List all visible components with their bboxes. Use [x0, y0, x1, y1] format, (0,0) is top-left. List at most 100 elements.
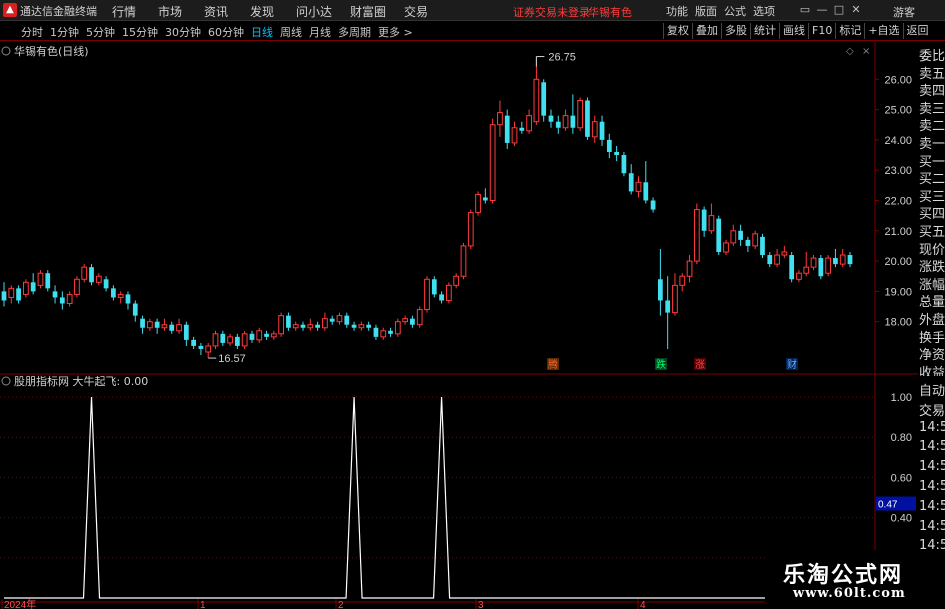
side-panel-item[interactable]: 委比: [919, 45, 945, 64]
candle-body: [161, 324, 168, 329]
candle-body: [125, 294, 131, 304]
candle-body: [460, 245, 467, 277]
menu-item-layout[interactable]: 版面: [695, 3, 720, 19]
kline-chart[interactable]: 26.0025.0024.0023.0022.0021.0020.0019.00…: [0, 42, 945, 609]
guest-label[interactable]: 游客: [893, 4, 915, 20]
indicator-label: 股朋指标网 大牛起飞: 0.00: [14, 374, 148, 388]
candle-body: [818, 258, 824, 277]
candle-body: [723, 242, 729, 253]
period-tab[interactable]: 1分钟: [50, 24, 79, 40]
period-tab[interactable]: 月线: [309, 24, 331, 40]
menu-item-market[interactable]: 市场: [158, 3, 204, 20]
candle-body: [95, 275, 102, 283]
side-panel-item[interactable]: 卖三: [919, 98, 945, 117]
restore-icon[interactable]: ▭: [797, 2, 813, 18]
low-price-label: 16.57: [218, 353, 246, 365]
menu-item-trade[interactable]: 交易: [404, 3, 450, 20]
candle-body: [410, 318, 415, 325]
candle-body: [504, 115, 510, 143]
toolbar-button[interactable]: 多股: [721, 23, 750, 39]
side-panel-item[interactable]: 卖二: [919, 115, 945, 134]
candle-body: [37, 272, 44, 286]
side-panel-item[interactable]: 涨幅: [919, 274, 945, 293]
candle-body: [292, 324, 299, 329]
toolbar-button[interactable]: 统计: [750, 23, 779, 39]
menu-item-quotes[interactable]: 行情: [112, 3, 158, 20]
candle-body: [52, 291, 58, 298]
candle-body: [781, 251, 788, 256]
candle-body: [716, 218, 722, 252]
side-panel-item[interactable]: 外盘: [919, 309, 945, 328]
side-panel-item[interactable]: 买二: [919, 168, 945, 187]
candle-body: [467, 212, 474, 247]
toolbar-button[interactable]: 标记: [835, 23, 864, 39]
tick-time-item: 14:56: [919, 459, 945, 475]
period-tab[interactable]: 更多 >: [378, 24, 413, 40]
menu-item-options[interactable]: 选项: [753, 3, 778, 19]
toolbar-button[interactable]: +自选: [864, 23, 902, 39]
side-panel-item[interactable]: 买三: [919, 186, 945, 205]
period-tab[interactable]: 15分钟: [122, 24, 158, 40]
time-tick-label: 4: [640, 600, 646, 609]
quote-side-panel: 委比 卖五 卖四 卖三 卖二 卖一 买一 买二 买三 买四 买五 现价 涨跌 涨幅 总量 外盘 换手 净资 收益: [918, 42, 945, 381]
menu-item-function[interactable]: 功能: [666, 3, 691, 19]
side-panel-item[interactable]: 卖一: [919, 133, 945, 152]
candle-body: [606, 139, 612, 152]
indicator-tick-label: 1.00: [891, 392, 912, 404]
event-marker: 跌: [655, 358, 667, 371]
period-tab[interactable]: 60分钟: [208, 24, 244, 40]
candle-body: [839, 254, 846, 265]
side-panel-item[interactable]: 卖五: [919, 63, 945, 82]
candle-body: [446, 284, 452, 301]
main-menu: 行情 市场 资讯 发现 问小达 财富圈 交易: [112, 3, 450, 20]
side-panel-item[interactable]: 涨跌: [919, 256, 945, 275]
price-tick-label: 25.00: [884, 105, 912, 117]
side-panel-item[interactable]: 买五: [919, 221, 945, 240]
side-panel-item[interactable]: 总量: [919, 291, 945, 310]
toolbar-button[interactable]: 叠加: [692, 23, 721, 39]
candle-body: [394, 321, 401, 335]
side-panel-item[interactable]: 卖四: [919, 80, 945, 99]
candle-body: [351, 324, 357, 328]
candle-body: [103, 279, 109, 289]
account-status[interactable]: 证券交易未登录: [513, 4, 590, 20]
time-tick-label: 2024年: [4, 598, 36, 609]
toolbar-button[interactable]: 返回: [902, 23, 932, 39]
side-panel-item[interactable]: 现价: [919, 239, 945, 258]
period-tab[interactable]: 5分钟: [86, 24, 115, 40]
candle-body: [66, 293, 73, 305]
menu-item-discover[interactable]: 发现: [250, 3, 296, 20]
period-tab[interactable]: 分时: [21, 24, 43, 40]
candle-body: [526, 115, 532, 132]
candle-body: [198, 345, 204, 349]
toolbar-button[interactable]: 画线: [779, 23, 808, 39]
side-panel-item[interactable]: 买一: [919, 151, 945, 170]
side-panel-item[interactable]: 买四: [919, 203, 945, 222]
toolbar-button[interactable]: F10: [808, 23, 835, 39]
candle-body: [686, 260, 693, 277]
side-panel-item[interactable]: 换手: [919, 327, 945, 346]
menu-item-wealth[interactable]: 财富圈: [350, 3, 404, 20]
toolbar-button[interactable]: 复权: [663, 23, 692, 39]
candle-body: [658, 279, 663, 301]
current-value-label: 0.47: [878, 500, 898, 511]
close-icon[interactable]: ✕: [848, 2, 864, 18]
period-tab[interactable]: 周线: [280, 24, 302, 40]
period-tab[interactable]: 多周期: [338, 24, 371, 40]
maximize-icon[interactable]: □: [831, 2, 847, 18]
side-panel-item[interactable]: 净资: [919, 344, 945, 363]
menu-item-assistant[interactable]: 问小达: [296, 3, 350, 20]
period-tab[interactable]: 30分钟: [165, 24, 201, 40]
menu-item-news[interactable]: 资讯: [204, 3, 250, 20]
period-tab[interactable]: 日线: [251, 24, 273, 40]
price-tick-label: 19.00: [884, 286, 912, 298]
indicator-tick-label: 0.40: [891, 513, 912, 525]
candle-body: [533, 78, 540, 123]
candle-body: [789, 255, 795, 280]
stock-name-title: 华锡有色: [588, 6, 632, 19]
candle-body: [154, 321, 160, 328]
candle-body: [635, 181, 642, 192]
minimize-icon[interactable]: —: [814, 2, 830, 18]
title-bar: ▲ 通达信金融终端 行情 市场 资讯 发现 问小达 财富圈 交易 证券交易未登录…: [0, 0, 945, 21]
menu-item-formula[interactable]: 公式: [724, 3, 749, 19]
